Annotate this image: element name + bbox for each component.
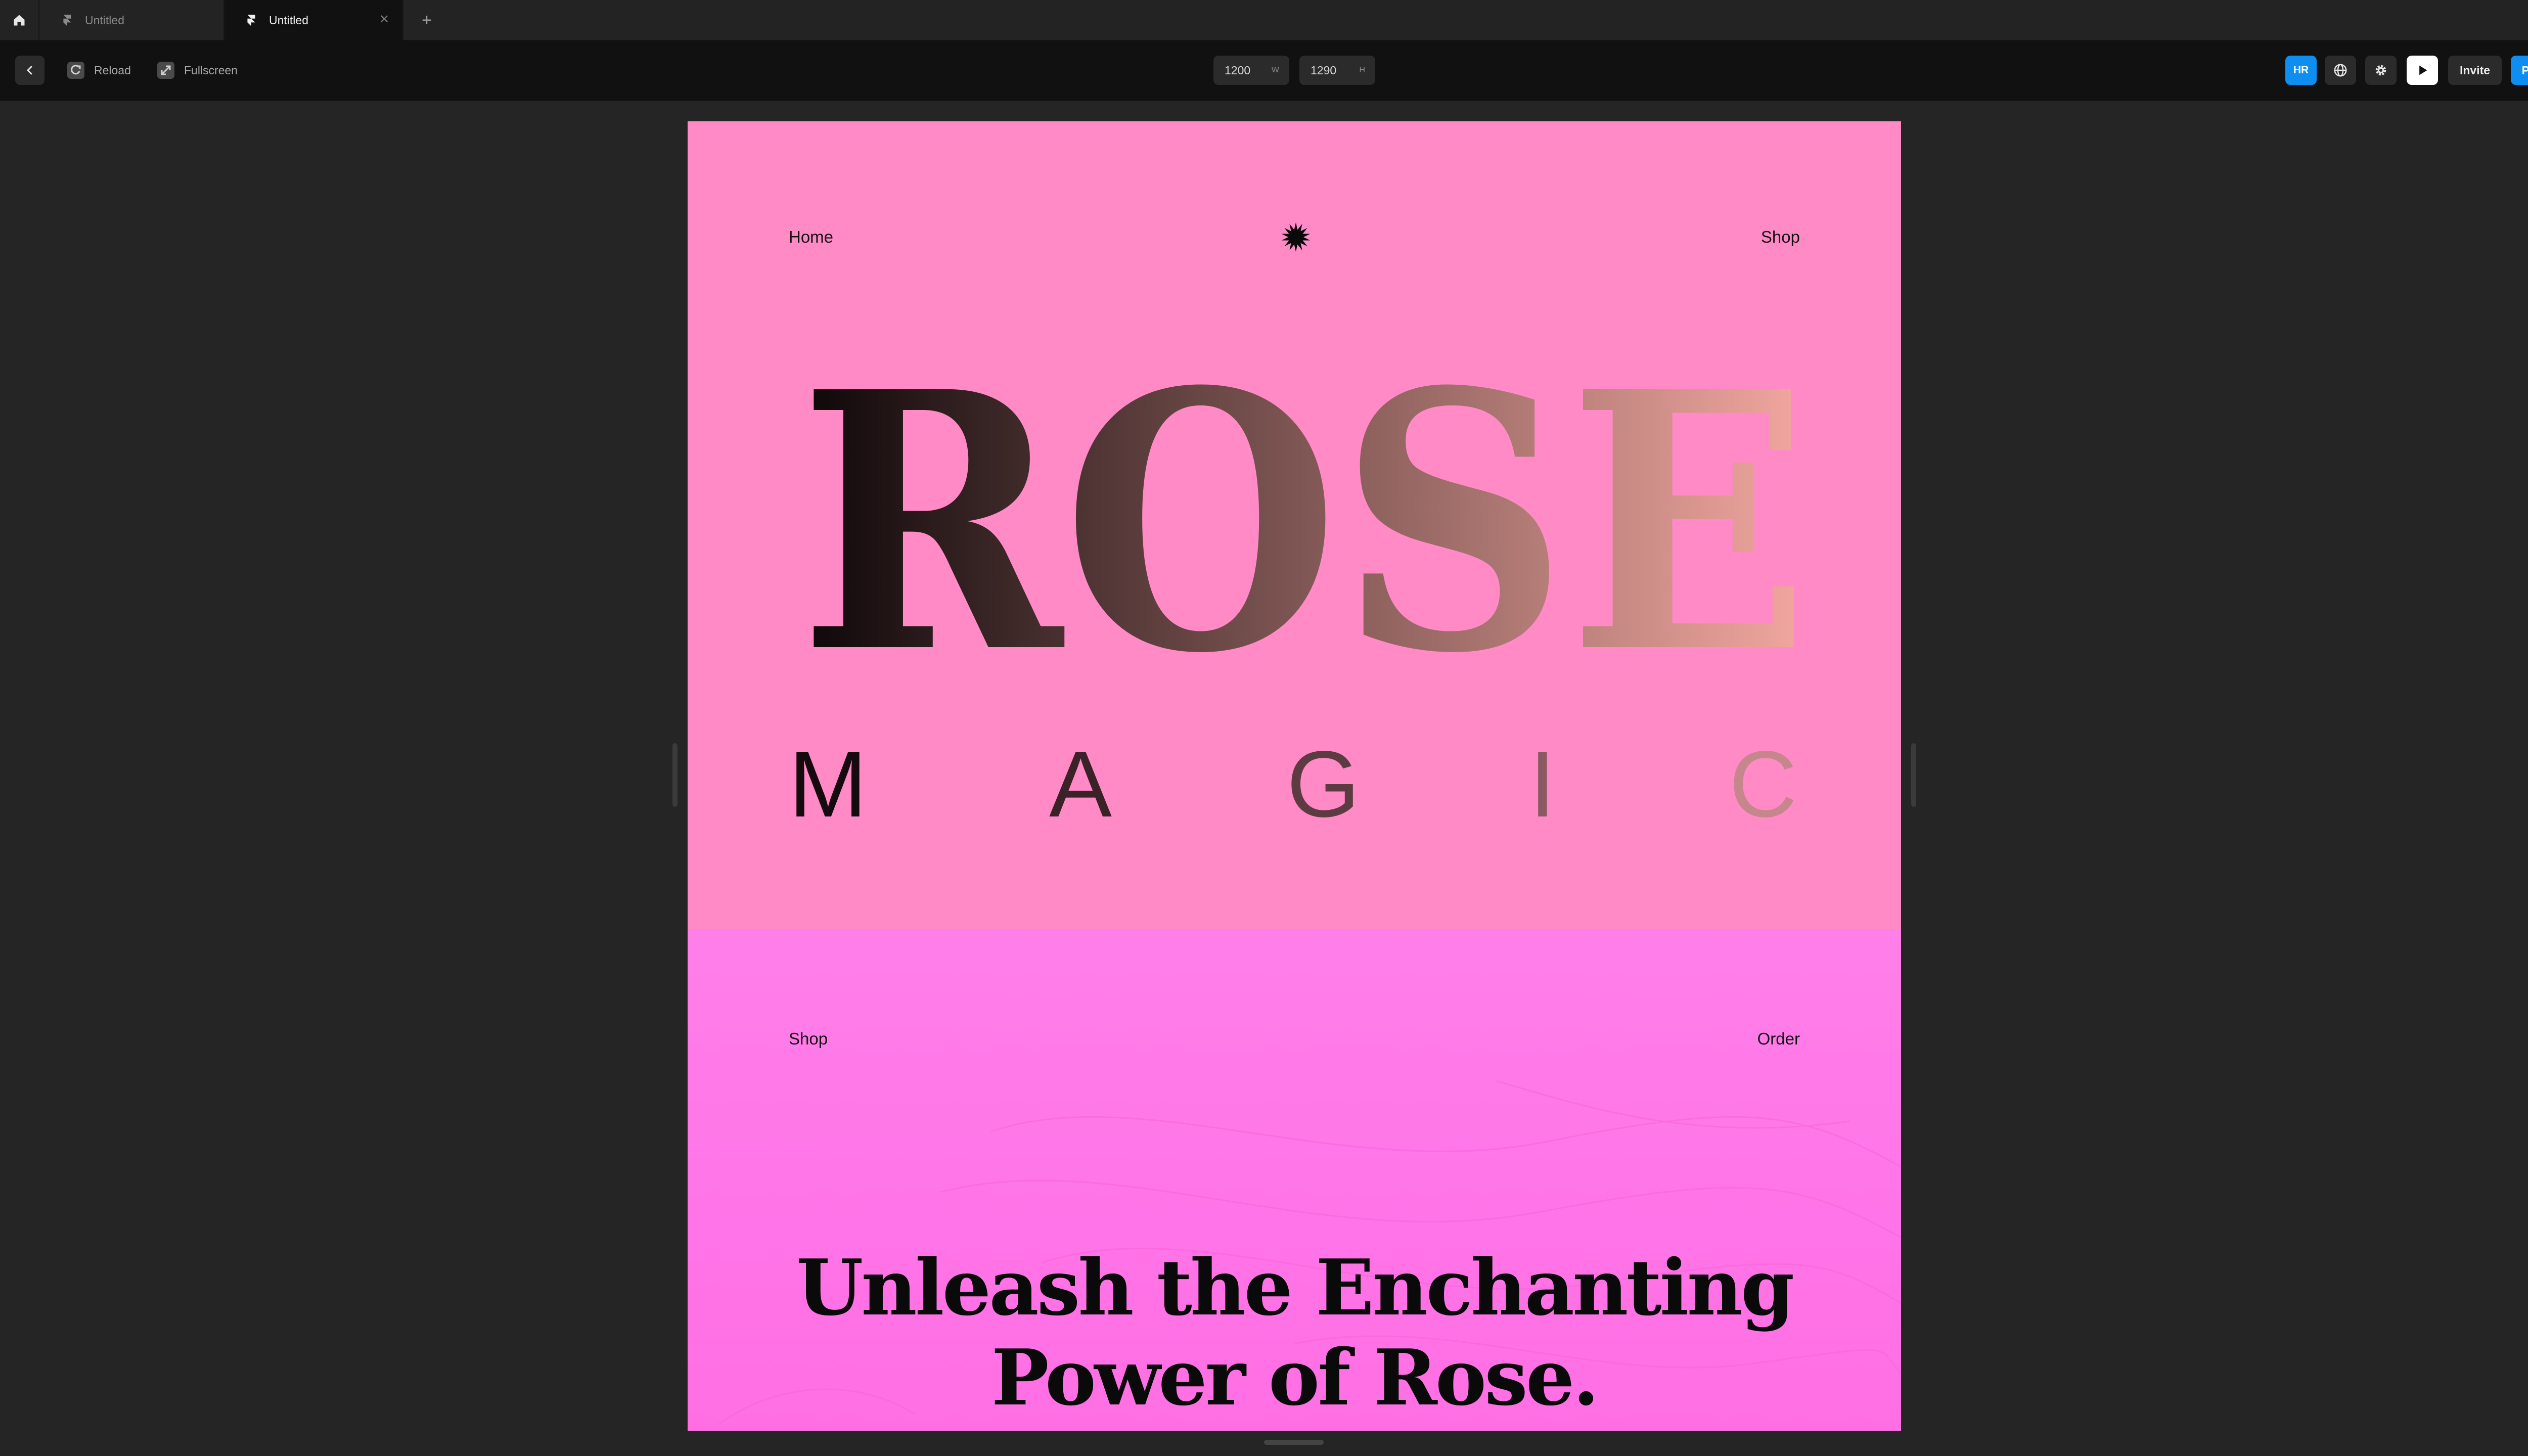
new-tab-button[interactable]: + (416, 9, 438, 31)
section-headline: Unleash the Enchanting Power of Rose. (688, 1243, 1901, 1423)
width-value: 1200 (1225, 63, 1251, 77)
publish-label: Publish (2521, 63, 2528, 77)
plus-icon: + (422, 11, 432, 30)
height-value: 1290 (1311, 63, 1337, 77)
hero-subtitle: M A G I C (789, 734, 1800, 835)
hero-title: ROSE (799, 374, 1810, 677)
resize-handle-bottom[interactable] (1264, 1440, 1324, 1445)
gear-icon (2375, 65, 2386, 76)
fullscreen-icon (157, 62, 174, 79)
globe-icon (2334, 64, 2347, 77)
invite-label: Invite (2459, 63, 2491, 77)
hero-section: Home Shop ROSE M A G I C (688, 121, 1901, 929)
subtitle-letter: I (1529, 732, 1556, 837)
tab-bar: Untitled Untitled ✕ + (0, 0, 2528, 40)
headline-line-2: Power of Rose. (991, 1332, 1600, 1423)
subtitle-letter: A (1049, 732, 1112, 837)
publish-button[interactable]: Publish (2511, 56, 2528, 85)
fullscreen-label: Fullscreen (184, 63, 238, 77)
tab-untitled-1[interactable]: Untitled (40, 0, 224, 40)
headline-line-1: Unleash the Enchanting (796, 1242, 1795, 1333)
section-order-link[interactable]: Order (1757, 1029, 1800, 1049)
invite-button[interactable]: Invite (2448, 56, 2502, 85)
tab-label: Untitled (269, 13, 308, 27)
subtitle-letter: M (789, 732, 867, 837)
framer-icon (247, 15, 255, 26)
width-field[interactable]: 1200 W (1213, 56, 1289, 85)
home-button[interactable] (0, 0, 39, 40)
nav-shop-link[interactable]: Shop (1761, 228, 1800, 247)
home-icon (14, 15, 25, 26)
play-icon (2419, 65, 2427, 75)
preview-toolbar: Reload Fullscreen 1200 W 1290 H HR Invit… (0, 40, 2528, 101)
height-field[interactable]: 1290 H (1299, 56, 1375, 85)
resize-handle-right[interactable] (1911, 743, 1916, 807)
intro-section: Shop Order Unleash the Enchanting Power … (688, 929, 1901, 1431)
subtitle-letter: C (1729, 732, 1797, 837)
tab-label: Untitled (85, 13, 124, 27)
width-unit: W (1271, 66, 1279, 74)
fullscreen-button[interactable]: Fullscreen (157, 60, 238, 81)
section-shop-link[interactable]: Shop (789, 1029, 828, 1049)
resize-handle-left[interactable] (672, 743, 678, 807)
user-avatar[interactable]: HR (2285, 56, 2317, 85)
tab-untitled-2[interactable]: Untitled ✕ (224, 0, 403, 40)
reload-button[interactable]: Reload (67, 60, 131, 81)
avatar-initials: HR (2293, 64, 2309, 76)
site-preview: Home Shop ROSE M A G I C Shop Order Unle… (688, 121, 1901, 1431)
hero-title-text: ROSE (799, 374, 1810, 677)
nav-home-link[interactable]: Home (789, 228, 833, 247)
back-button[interactable] (15, 56, 44, 85)
preview-play-button[interactable] (2407, 56, 2438, 85)
site-settings-button[interactable] (2325, 56, 2356, 85)
framer-icon (63, 15, 71, 26)
height-unit: H (1359, 66, 1365, 74)
close-icon[interactable]: ✕ (379, 13, 389, 26)
settings-button[interactable] (2365, 56, 2397, 85)
chevron-left-icon (27, 66, 32, 75)
reload-label: Reload (94, 63, 131, 77)
starburst-icon (1281, 222, 1311, 252)
reload-icon (67, 62, 84, 79)
subtitle-letter: G (1287, 732, 1360, 837)
